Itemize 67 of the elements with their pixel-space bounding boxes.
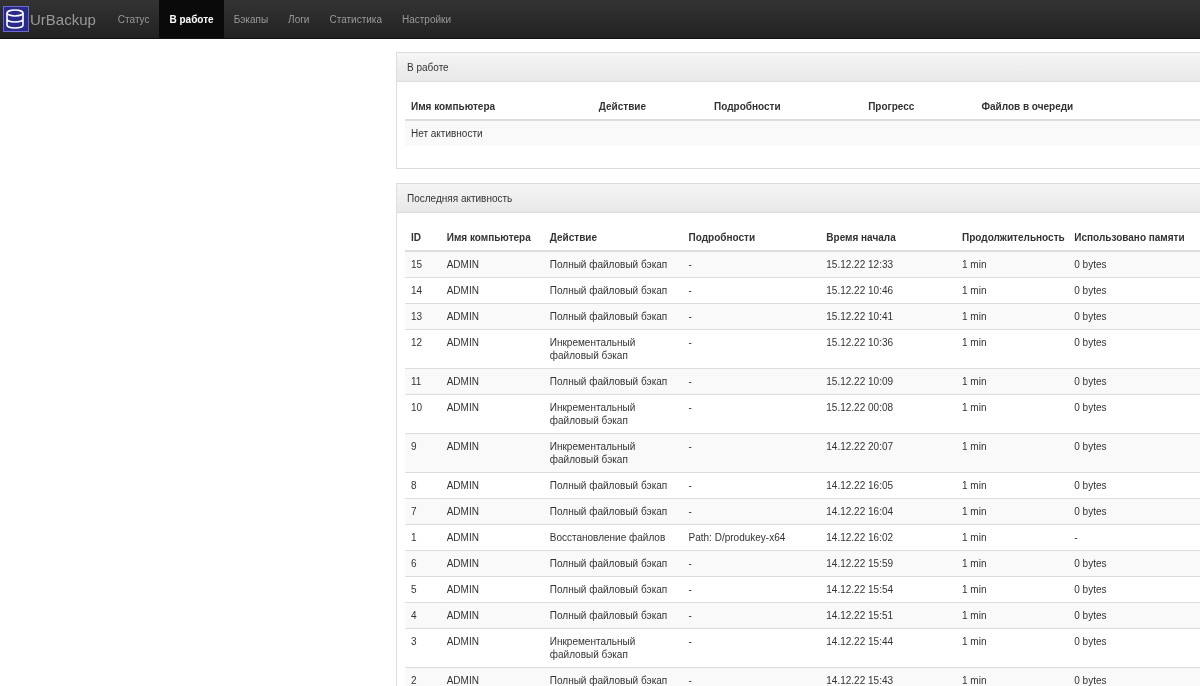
table-cell: Полный файловый бэкап [543,550,683,577]
table-cell: 0 bytes [1068,433,1200,473]
table-cell: ADMIN [440,667,544,686]
table-cell: Полный файловый бэкап [543,667,683,686]
table-cell: 0 bytes [1068,602,1200,629]
table-cell: 6 [405,550,441,577]
table-cell: Полный файловый бэкап [543,251,683,278]
table-cell: 0 bytes [1068,667,1200,686]
table-cell: 1 min [956,602,1069,629]
table-cell: 15 [405,251,441,278]
table-cell: - [682,251,821,278]
table-cell: 14.12.22 15:51 [820,602,957,629]
table-cell: 2 [405,667,441,686]
table-cell: 15.12.22 10:09 [820,368,957,395]
table-cell: ADMIN [440,550,544,577]
table-cell: 1 min [956,303,1069,330]
nav-tab[interactable]: Статистика [319,0,392,38]
nav-tab[interactable]: Логи [278,0,320,38]
table-cell: 0 bytes [1068,368,1200,395]
brand-name[interactable]: UrBackup [30,10,96,28]
table-cell: ADMIN [440,303,544,330]
table-cell: 1 min [956,433,1069,473]
table-cell: ADMIN [440,251,544,278]
table-cell: 14.12.22 15:43 [820,667,957,686]
table-cell: 1 min [956,667,1069,686]
table-cell: - [682,498,821,525]
table-cell: 4 [405,602,441,629]
table-cell: 14.12.22 16:04 [820,498,957,525]
table-cell: - [682,368,821,395]
table-cell: 0 bytes [1068,550,1200,577]
table-cell: 15.12.22 12:33 [820,251,957,278]
table-cell: 1 min [956,368,1069,395]
table-cell: - [682,550,821,577]
table-cell: 0 bytes [1068,498,1200,525]
table-cell: 14.12.22 20:07 [820,433,957,473]
table-cell: 7 [405,498,441,525]
nav-tab[interactable]: Бэкапы [223,0,279,38]
table-cell: - [682,667,821,686]
table-cell: Полный файловый бэкап [543,602,683,629]
table-cell: Полный файловый бэкап [543,368,683,395]
table-cell: 1 min [956,498,1069,525]
table-cell: Полный файловый бэкап [543,498,683,525]
table-cell: 14.12.22 15:59 [820,550,957,577]
empty-message: Нет активности [405,120,1200,146]
table-cell: Инкрементальный файловый бэкап [543,433,683,473]
table-cell: - [682,303,821,330]
table-cell: 15.12.22 10:41 [820,303,957,330]
nav-tab[interactable]: Статус [107,0,160,38]
table-cell: ADMIN [440,498,544,525]
table-cell: 1 min [956,251,1069,278]
table-cell: ADMIN [440,433,544,473]
database-logo-icon [3,6,29,32]
table-cell: ADMIN [440,368,544,395]
table-cell: 13 [405,303,441,330]
table-cell: ADMIN [440,602,544,629]
panel-title: В работе [407,61,449,73]
table-cell: - [682,433,821,473]
table-cell: 9 [405,433,441,473]
nav-tab[interactable]: В работе [159,0,224,38]
panel-title: Последняя активность [407,192,513,204]
table-cell: 0 bytes [1068,251,1200,278]
table-cell: Полный файловый бэкап [543,303,683,330]
table-cell: 11 [405,368,441,395]
table-cell: 1 min [956,550,1069,577]
table-cell: 0 bytes [1068,303,1200,330]
table-cell: - [682,602,821,629]
nav-tab[interactable]: Настройки [392,0,462,38]
